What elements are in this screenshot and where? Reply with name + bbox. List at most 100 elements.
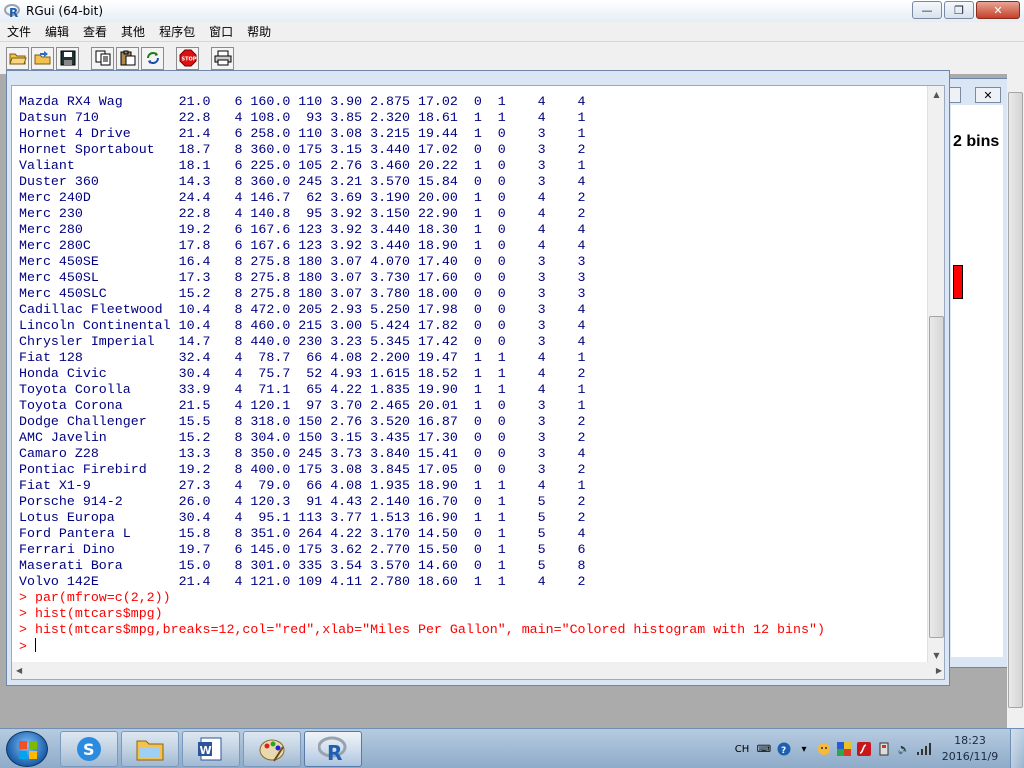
save-workspace-icon[interactable] <box>56 46 79 70</box>
flash-icon[interactable] <box>856 741 872 757</box>
menu-misc[interactable]: 其他 <box>114 22 152 42</box>
word-icon[interactable]: W <box>182 731 240 767</box>
console-output-line: Merc 450SL 17.3 8 275.8 180 3.07 3.730 1… <box>19 270 586 285</box>
start-button[interactable] <box>6 731 48 767</box>
svg-text:?: ? <box>781 746 786 756</box>
copy-icon[interactable] <box>91 46 114 70</box>
menu-packages[interactable]: 程序包 <box>152 22 202 42</box>
console-output-line: Lotus Europa 30.4 4 95.1 113 3.77 1.513 … <box>19 510 586 525</box>
plot-canvas: 2 bins <box>951 105 1003 657</box>
app-vertical-scrollbar[interactable] <box>1007 74 1024 728</box>
console-output-line: Lincoln Continental 10.4 8 460.0 215 3.0… <box>19 318 586 333</box>
console-command-line: > par(mfrow=c(2,2)) <box>19 590 171 605</box>
title-bar[interactable]: R RGui (64-bit) — ❐ ✕ <box>0 0 1024 22</box>
menu-help[interactable]: 帮助 <box>240 22 278 42</box>
console-output-line: Toyota Corolla 33.9 4 71.1 65 4.22 1.835… <box>19 382 586 397</box>
console-output-line: Pontiac Firebird 19.2 8 400.0 175 3.08 3… <box>19 462 586 477</box>
console-scroll-thumb[interactable] <box>929 316 944 638</box>
r-console-window[interactable]: Mazda RX4 Wag 21.0 6 160.0 110 3.90 2.87… <box>6 70 950 686</box>
console-prompt[interactable]: > <box>19 638 927 655</box>
console-output-line: Camaro Z28 13.3 8 350.0 245 3.73 3.840 1… <box>19 446 586 461</box>
scroll-left-icon[interactable]: ◀ <box>16 666 22 675</box>
keyboard-icon[interactable]: ⌨ <box>756 741 772 757</box>
console-output-line: Ford Pantera L 15.8 8 351.0 264 4.22 3.1… <box>19 526 586 541</box>
plot-title-fragment: 2 bins <box>953 133 1000 150</box>
console-output-line: AMC Javelin 15.2 8 304.0 150 3.15 3.435 … <box>19 430 586 445</box>
console-output-line: Hornet Sportabout 18.7 8 360.0 175 3.15 … <box>19 142 586 157</box>
console-output-line: Merc 280 19.2 6 167.6 123 3.92 3.440 18.… <box>19 222 586 237</box>
open-script-icon[interactable] <box>6 46 29 70</box>
graphics-device-window[interactable]: ✕ 2 bins <box>944 78 1008 668</box>
scroll-up-icon[interactable]: ▲ <box>928 86 944 103</box>
console-output-line: Porsche 914-2 26.0 4 120.3 91 4.43 2.140… <box>19 494 586 509</box>
app-scroll-thumb[interactable] <box>1008 92 1023 708</box>
console-pane[interactable]: Mazda RX4 Wag 21.0 6 160.0 110 3.90 2.87… <box>11 85 945 680</box>
svg-text:R: R <box>327 741 342 763</box>
system-tray: CH ⌨ ? ▾ 🔈 18:23 2016/11/9 <box>730 729 1024 768</box>
r-logo-icon: R <box>4 3 20 19</box>
paste-icon[interactable] <box>116 46 139 70</box>
dropdown-arrow-icon[interactable]: ▾ <box>796 741 812 757</box>
console-output-line: Ferrari Dino 19.7 6 145.0 175 3.62 2.770… <box>19 542 586 557</box>
console-output-line: Fiat X1-9 27.3 4 79.0 66 4.08 1.935 18.9… <box>19 478 586 493</box>
sogou-icon[interactable]: S <box>60 731 118 767</box>
console-output-line: Merc 450SE 16.4 8 275.8 180 3.07 4.070 1… <box>19 254 586 269</box>
console-output-line: Mazda RX4 Wag 21.0 6 160.0 110 3.90 2.87… <box>19 94 586 109</box>
console-output-line: Fiat 128 32.4 4 78.7 66 4.08 2.200 19.47… <box>19 350 586 365</box>
volume-icon[interactable]: 🔈 <box>896 741 912 757</box>
taskbar: S W R CH ⌨ ? ▾ 🔈 18:23 2016/11/9 <box>0 728 1024 768</box>
console-vertical-scrollbar[interactable]: ▲ ▼ <box>927 86 944 664</box>
console-output-line: Hornet 4 Drive 21.4 6 258.0 110 3.08 3.2… <box>19 126 586 141</box>
load-workspace-icon[interactable] <box>31 46 54 70</box>
usb-device-icon[interactable] <box>876 741 892 757</box>
clock[interactable]: 18:23 2016/11/9 <box>934 733 1006 765</box>
show-desktop-button[interactable] <box>1010 729 1024 768</box>
ime-skin-icon[interactable] <box>816 741 832 757</box>
text-cursor <box>34 638 36 652</box>
help-icon[interactable]: ? <box>776 741 792 757</box>
stop-icon[interactable]: STOP <box>176 46 199 70</box>
color-grid-icon[interactable] <box>836 741 852 757</box>
svg-text:R: R <box>9 6 18 19</box>
minimize-button[interactable]: — <box>912 1 942 19</box>
rgui-window: R RGui (64-bit) — ❐ ✕ 文件 编辑 查看 其他 程序包 窗口… <box>0 0 1024 728</box>
console-output-line: Toyota Corona 21.5 4 120.1 97 3.70 2.465… <box>19 398 586 413</box>
print-icon[interactable] <box>211 46 234 70</box>
histogram-bar <box>953 265 963 299</box>
maximize-button[interactable]: ❐ <box>944 1 974 19</box>
copy-paste-icon[interactable] <box>141 46 164 70</box>
console-text[interactable]: Mazda RX4 Wag 21.0 6 160.0 110 3.90 2.87… <box>19 94 927 655</box>
console-output-line: Honda Civic 30.4 4 75.7 52 4.93 1.615 18… <box>19 366 586 381</box>
console-output-line: Merc 240D 24.4 4 146.7 62 3.69 3.190 20.… <box>19 190 586 205</box>
window-title: RGui (64-bit) <box>26 4 104 18</box>
svg-text:STOP: STOP <box>181 57 196 63</box>
clock-time: 18:23 <box>954 734 986 747</box>
close-button[interactable]: ✕ <box>976 1 1020 19</box>
menu-file[interactable]: 文件 <box>0 22 38 42</box>
console-output-line: Duster 360 14.3 8 360.0 245 3.21 3.570 1… <box>19 174 586 189</box>
menu-windows[interactable]: 窗口 <box>202 22 240 42</box>
explorer-icon[interactable] <box>121 731 179 767</box>
console-horizontal-scrollbar[interactable]: ◀ ▶ <box>12 662 944 679</box>
console-output-line: Merc 450SLC 15.2 8 275.8 180 3.07 3.780 … <box>19 286 586 301</box>
console-output-line: Chrysler Imperial 14.7 8 440.0 230 3.23 … <box>19 334 586 349</box>
console-output-line: Datsun 710 22.8 4 108.0 93 3.85 2.320 18… <box>19 110 586 125</box>
console-command-line: > hist(mtcars$mpg,breaks=12,col="red",xl… <box>19 622 825 637</box>
console-output-line: Valiant 18.1 6 225.0 105 2.76 3.460 20.2… <box>19 158 586 173</box>
prompt-symbol: > <box>19 639 35 654</box>
menu-bar: 文件 编辑 查看 其他 程序包 窗口 帮助 <box>0 22 1024 42</box>
ime-indicator[interactable]: CH <box>732 741 752 757</box>
svg-text:S: S <box>83 740 95 759</box>
console-output-line: Merc 230 22.8 4 140.8 95 3.92 3.150 22.9… <box>19 206 586 221</box>
network-signal-icon[interactable] <box>916 741 932 757</box>
paint-icon[interactable] <box>243 731 301 767</box>
svg-text:W: W <box>200 744 212 757</box>
console-output-line: Maserati Bora 15.0 8 301.0 335 3.54 3.57… <box>19 558 586 573</box>
r-icon[interactable]: R <box>304 731 362 767</box>
menu-view[interactable]: 查看 <box>76 22 114 42</box>
menu-edit[interactable]: 编辑 <box>38 22 76 42</box>
scroll-right-icon[interactable]: ▶ <box>936 666 942 675</box>
clock-date: 2016/11/9 <box>941 750 999 763</box>
graphics-close-button[interactable]: ✕ <box>975 87 1001 103</box>
console-output-line: Cadillac Fleetwood 10.4 8 472.0 205 2.93… <box>19 302 586 317</box>
